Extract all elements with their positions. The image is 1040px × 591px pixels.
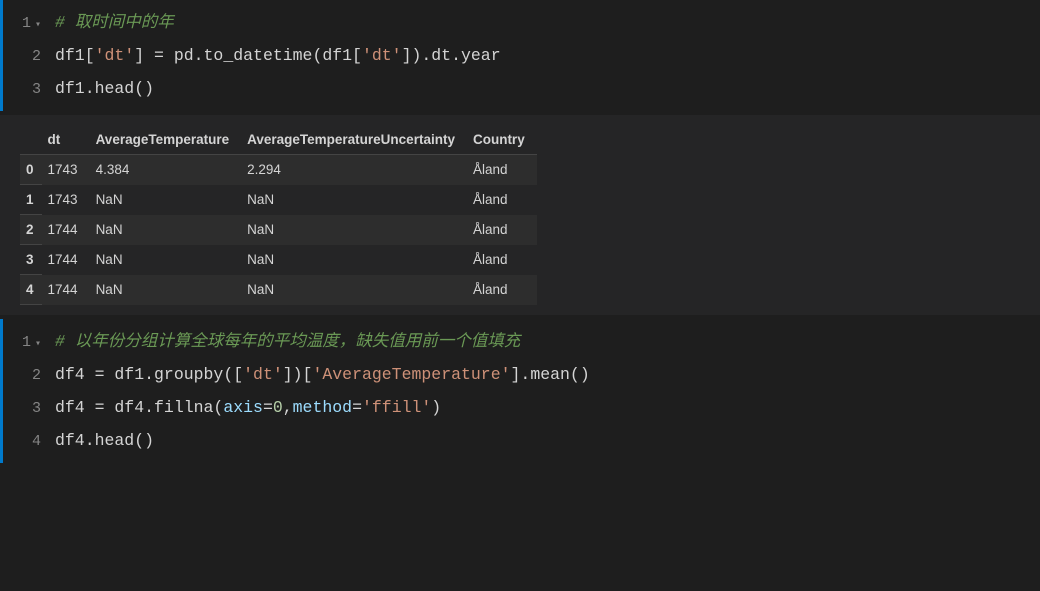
table-cell: NaN	[90, 215, 242, 245]
line-number: 4	[3, 427, 55, 457]
code-area-2[interactable]: 1▾# 以年份分组计算全球每年的平均温度，缺失值用前一个值填充2df4 = df…	[3, 325, 1040, 457]
code-line[interactable]: 2df4 = df1.groupby(['dt'])['AverageTempe…	[3, 358, 1028, 391]
table-cell: 1744	[42, 275, 90, 305]
table-cell: 1744	[42, 215, 90, 245]
col-header: AverageTemperatureUncertainty	[241, 125, 467, 155]
line-number: 3	[3, 394, 55, 424]
table-cell: NaN	[241, 185, 467, 215]
code-line[interactable]: 2df1['dt'] = pd.to_datetime(df1['dt']).d…	[3, 39, 1028, 72]
table-cell: 4.384	[90, 155, 242, 185]
code-content[interactable]: df4.head()	[55, 424, 1028, 457]
col-header: Country	[467, 125, 537, 155]
row-index: 3	[20, 245, 42, 275]
table-cell: 1743	[42, 155, 90, 185]
index-header	[20, 125, 42, 155]
code-line[interactable]: 3df4 = df4.fillna(axis=0,method='ffill')	[3, 391, 1028, 424]
table-cell: NaN	[90, 245, 242, 275]
table-row: 41744NaNNaNÅland	[20, 275, 537, 305]
line-number: 2	[3, 361, 55, 391]
table-cell: NaN	[241, 275, 467, 305]
line-number: 3	[3, 75, 55, 105]
fold-icon[interactable]: ▾	[33, 335, 41, 355]
code-cell-1[interactable]: 1▾# 取时间中的年2df1['dt'] = pd.to_datetime(df…	[0, 0, 1040, 111]
row-index: 2	[20, 215, 42, 245]
table-cell: NaN	[90, 185, 242, 215]
code-line[interactable]: 1▾# 以年份分组计算全球每年的平均温度，缺失值用前一个值填充	[3, 325, 1028, 358]
table-cell: Åland	[467, 155, 537, 185]
row-index: 4	[20, 275, 42, 305]
table-cell: 1744	[42, 245, 90, 275]
code-content[interactable]: # 以年份分组计算全球每年的平均温度，缺失值用前一个值填充	[55, 325, 1028, 358]
output-cell-1: dt AverageTemperature AverageTemperature…	[0, 115, 1040, 315]
table-row: 21744NaNNaNÅland	[20, 215, 537, 245]
col-header: dt	[42, 125, 90, 155]
table-row: 11743NaNNaNÅland	[20, 185, 537, 215]
code-content[interactable]: df4 = df1.groupby(['dt'])['AverageTemper…	[55, 358, 1028, 391]
code-cell-2[interactable]: 1▾# 以年份分组计算全球每年的平均温度，缺失值用前一个值填充2df4 = df…	[0, 319, 1040, 463]
table-cell: 2.294	[241, 155, 467, 185]
table-header-row: dt AverageTemperature AverageTemperature…	[20, 125, 537, 155]
code-content[interactable]: df4 = df4.fillna(axis=0,method='ffill')	[55, 391, 1028, 424]
table-cell: Åland	[467, 245, 537, 275]
code-line[interactable]: 1▾# 取时间中的年	[3, 6, 1028, 39]
code-content[interactable]: df1['dt'] = pd.to_datetime(df1['dt']).dt…	[55, 39, 1028, 72]
table-row: 31744NaNNaNÅland	[20, 245, 537, 275]
code-line[interactable]: 3df1.head()	[3, 72, 1028, 105]
code-content[interactable]: # 取时间中的年	[55, 6, 1028, 39]
row-index: 0	[20, 155, 42, 185]
table-cell: Åland	[467, 215, 537, 245]
table-cell: 1743	[42, 185, 90, 215]
code-content[interactable]: df1.head()	[55, 72, 1028, 105]
table-row: 017434.3842.294Åland	[20, 155, 537, 185]
fold-icon[interactable]: ▾	[33, 16, 41, 36]
line-number: 1▾	[3, 328, 55, 358]
table-cell: NaN	[241, 245, 467, 275]
code-area-1[interactable]: 1▾# 取时间中的年2df1['dt'] = pd.to_datetime(df…	[3, 6, 1040, 105]
row-index: 1	[20, 185, 42, 215]
line-number: 2	[3, 42, 55, 72]
table-cell: NaN	[90, 275, 242, 305]
code-line[interactable]: 4df4.head()	[3, 424, 1028, 457]
table-cell: Åland	[467, 185, 537, 215]
col-header: AverageTemperature	[90, 125, 242, 155]
dataframe-table: dt AverageTemperature AverageTemperature…	[20, 125, 537, 305]
line-number: 1▾	[3, 9, 55, 39]
table-cell: NaN	[241, 215, 467, 245]
table-cell: Åland	[467, 275, 537, 305]
